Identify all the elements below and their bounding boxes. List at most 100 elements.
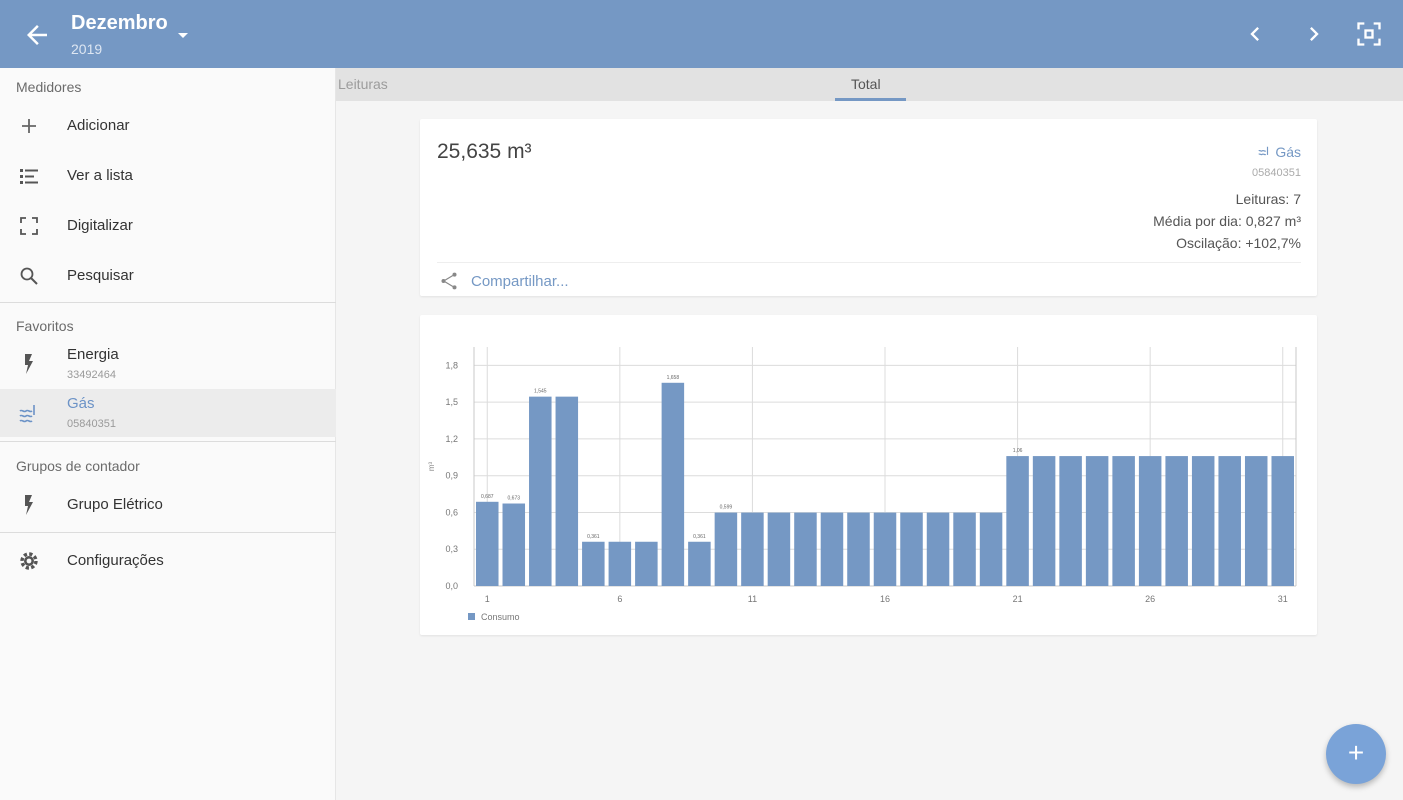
favorite-item-label: Gás	[67, 395, 95, 412]
chart-bar	[741, 512, 764, 586]
navigation-drawer: Medidores Adicionar Ver a lista Digitali…	[0, 68, 336, 800]
gear-icon	[20, 552, 38, 570]
drawer-item-scan[interactable]: Digitalizar	[0, 202, 336, 250]
data-label: 0,361	[587, 534, 600, 540]
group-item-eletrico[interactable]: Grupo Elétrico	[0, 481, 336, 529]
chart-bar	[953, 512, 976, 586]
chart-bar	[714, 512, 738, 586]
x-tick-label: 6	[617, 594, 622, 604]
x-tick-label: 16	[880, 594, 890, 604]
section-label-groups: Grupos de contador	[16, 458, 140, 474]
meter-type-label: Gás	[1275, 144, 1301, 160]
arrow-back-icon[interactable]	[22, 20, 52, 50]
chart-bar	[555, 396, 579, 586]
chart-bar	[688, 541, 711, 586]
share-icon	[441, 272, 457, 290]
average-per-day: Média por dia: 0,827 m³	[1153, 213, 1301, 229]
tab-leituras[interactable]: Leituras	[338, 76, 388, 92]
add-reading-button[interactable]: +	[1326, 724, 1386, 784]
chart-bar	[1165, 456, 1188, 586]
favorite-item-number: 33492464	[67, 369, 116, 381]
chart-bar	[900, 512, 923, 586]
drawer-divider	[0, 532, 336, 533]
drawer-item-settings[interactable]: Configurações	[0, 537, 336, 585]
list-icon	[20, 169, 38, 184]
chart-bar	[1006, 456, 1029, 586]
chart-bar	[1271, 456, 1294, 586]
legend-swatch	[468, 613, 475, 620]
card-divider	[437, 262, 1301, 263]
chart-bar	[1112, 456, 1135, 586]
drawer-item-label: Pesquisar	[67, 267, 134, 284]
chart-bar	[820, 512, 844, 586]
gas-icon	[1258, 146, 1269, 156]
bolt-icon	[25, 354, 33, 374]
gas-icon	[19, 405, 35, 423]
chart-bar	[529, 396, 552, 586]
y-tick-label: 1,8	[445, 360, 458, 370]
chart-bar	[1059, 456, 1082, 586]
bolt-icon	[25, 495, 33, 515]
y-tick-label: 0,6	[445, 507, 458, 517]
tab-bar: Leituras Total	[336, 68, 1403, 101]
chart-bar	[635, 541, 658, 586]
chart-bar	[1085, 456, 1109, 586]
drawer-item-label: Configurações	[67, 552, 164, 569]
favorite-item-energia[interactable]: Energia 33492464	[0, 340, 336, 388]
x-tick-label: 11	[748, 594, 757, 604]
drawer-item-list[interactable]: Ver a lista	[0, 152, 336, 200]
favorite-item-number: 05840351	[67, 418, 116, 430]
y-tick-label: 0,3	[445, 544, 458, 554]
data-label: 1,545	[534, 389, 547, 395]
chart-bar	[794, 512, 817, 586]
chart-bar	[1191, 456, 1215, 586]
consumption-chart-card: 0,0 0,3 0,6 0,9 1,2 1,5 1,8 1 6 11 16 21 26 31 m³ 0,687…	[420, 315, 1317, 635]
x-tick-label: 1	[485, 594, 490, 604]
oscillation: Oscilação: +102,7%	[1176, 235, 1301, 251]
app-bar: Dezembro 2019	[0, 0, 1403, 68]
plus-icon: +	[1347, 737, 1365, 768]
chevron-left-icon[interactable]	[1241, 20, 1269, 48]
scan-icon[interactable]	[1355, 20, 1383, 48]
data-label: 0,673	[508, 496, 521, 502]
drawer-item-search[interactable]: Pesquisar	[0, 252, 336, 300]
chart-bar	[661, 382, 685, 586]
x-tick-label: 26	[1145, 594, 1155, 604]
arrow-drop-down-icon[interactable]	[174, 28, 192, 42]
chart-bar	[1218, 456, 1241, 586]
drawer-item-label: Adicionar	[67, 117, 130, 134]
favorite-item-gas[interactable]: Gás 05840351	[0, 389, 336, 437]
chart-bar	[1244, 456, 1268, 586]
y-tick-label: 0,9	[445, 471, 458, 481]
y-tick-label: 1,2	[445, 434, 458, 444]
summary-card: 25,635 m³ Gás 05840351 Leituras: 7 Média…	[420, 119, 1317, 296]
readings-count: Leituras: 7	[1235, 191, 1301, 207]
chevron-right-icon[interactable]	[1300, 20, 1328, 48]
section-label-favorites: Favoritos	[16, 318, 74, 334]
chart-bar	[1032, 456, 1056, 586]
meter-number: 05840351	[1252, 167, 1301, 179]
x-tick-label: 31	[1278, 594, 1288, 604]
tab-indicator	[835, 98, 906, 101]
meter-link[interactable]: Gás	[1257, 144, 1301, 160]
consumption-chart: 0,00,30,60,91,21,51,81 6 11 16 21 26 31m³0,687…	[427, 347, 1297, 622]
page-title[interactable]: Dezembro	[71, 12, 168, 35]
data-label: 1,658	[667, 375, 680, 381]
y-tick-label: 1,5	[445, 397, 458, 407]
drawer-item-add[interactable]: Adicionar	[0, 102, 336, 150]
total-consumption: 25,635 m³	[437, 140, 532, 163]
section-label-meters: Medidores	[16, 79, 82, 95]
data-label: 0,361	[693, 534, 706, 540]
drawer-item-label: Ver a lista	[67, 167, 133, 184]
data-label: 0,599	[720, 505, 733, 511]
drawer-divider	[0, 302, 336, 303]
tab-total[interactable]: Total	[851, 76, 881, 92]
x-tick-label: 21	[1013, 594, 1023, 604]
chart-bar	[502, 503, 526, 586]
drawer-divider	[0, 441, 336, 442]
page-subtitle: 2019	[71, 41, 103, 57]
favorite-item-label: Energia	[67, 346, 119, 363]
legend-label: Consumo	[481, 612, 520, 622]
chart-bar	[608, 541, 632, 586]
share-label: Compartilhar...	[471, 273, 569, 290]
